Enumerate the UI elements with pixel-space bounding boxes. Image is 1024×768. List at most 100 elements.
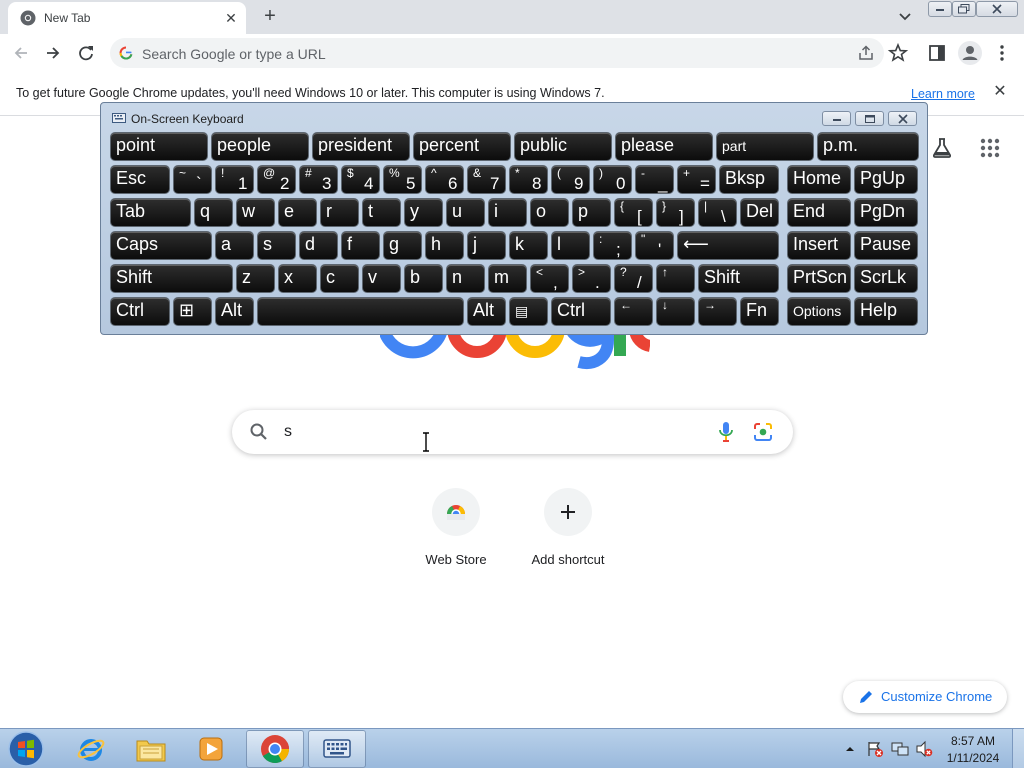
window-restore-button[interactable] [952, 1, 976, 17]
key-part[interactable]: part [716, 132, 814, 161]
show-hidden-icons-icon[interactable] [845, 744, 855, 754]
key-esc[interactable]: Esc [110, 165, 170, 194]
key-y[interactable]: y [404, 198, 443, 227]
key-home[interactable]: Home [787, 165, 851, 194]
key-[interactable]: ⟵ [677, 231, 779, 260]
osk-restore-button[interactable] [855, 111, 884, 126]
shortcut-web-store[interactable]: Web Store [400, 488, 512, 578]
key-menu-key-icon[interactable]: ▤ [509, 297, 548, 326]
search-input-value[interactable]: s [284, 423, 292, 441]
action-center-icon[interactable] [866, 740, 884, 758]
key-insert[interactable]: Insert [787, 231, 851, 260]
key-7[interactable]: & 7 [467, 165, 506, 194]
key-pgdn[interactable]: PgDn [854, 198, 918, 227]
key-[interactable]: + = [677, 165, 716, 194]
key-point[interactable]: point [110, 132, 208, 161]
key-v[interactable]: v [362, 264, 401, 293]
key-[interactable]: <, [530, 264, 569, 293]
key-u[interactable]: u [446, 198, 485, 227]
key-q[interactable]: q [194, 198, 233, 227]
key-k[interactable]: k [509, 231, 548, 260]
window-close-button[interactable] [976, 1, 1018, 17]
back-icon[interactable] [10, 42, 32, 64]
key-m[interactable]: m [488, 264, 527, 293]
key-[interactable]: {[ [614, 198, 653, 227]
key-s[interactable]: s [257, 231, 296, 260]
new-tab-button[interactable]: + [258, 6, 282, 28]
key-tab[interactable]: Tab [110, 198, 191, 227]
key-windows-key-icon[interactable]: ⊞ [173, 297, 212, 326]
key-[interactable]: ? / [614, 264, 653, 293]
key-n[interactable]: n [446, 264, 485, 293]
key-pgup[interactable]: PgUp [854, 165, 918, 194]
google-lens-icon[interactable] [752, 421, 774, 443]
infobar-close-button[interactable]: ✕ [991, 83, 1009, 101]
key-[interactable]: ~ ` [173, 165, 212, 194]
star-icon[interactable] [887, 42, 909, 64]
key-scrlk[interactable]: ScrLk [854, 264, 918, 293]
key-shift[interactable]: Shift [698, 264, 779, 293]
key-z[interactable]: z [236, 264, 275, 293]
key-please[interactable]: please [615, 132, 713, 161]
osk-minimize-button[interactable] [822, 111, 851, 126]
key-[interactable]: ↓ [656, 297, 695, 326]
share-icon[interactable] [857, 44, 875, 62]
key-help[interactable]: Help [854, 297, 918, 326]
key-fn[interactable]: Fn [740, 297, 779, 326]
clock-date[interactable]: 1/11/2024 [945, 751, 1001, 765]
key-r[interactable]: r [320, 198, 359, 227]
tab-close-button[interactable]: ✕ [222, 9, 240, 27]
key-o[interactable]: o [530, 198, 569, 227]
key-d[interactable]: d [299, 231, 338, 260]
key-caps[interactable]: Caps [110, 231, 212, 260]
key-pause[interactable]: Pause [854, 231, 918, 260]
key-f[interactable]: f [341, 231, 380, 260]
start-button[interactable] [6, 730, 46, 768]
key-p[interactable]: p [572, 198, 611, 227]
volume-muted-icon[interactable] [915, 740, 933, 758]
add-shortcut-button[interactable]: Add shortcut [512, 488, 624, 578]
chevron-down-icon[interactable] [894, 8, 916, 26]
key-percent[interactable]: percent [413, 132, 511, 161]
key-6[interactable]: ^ 6 [425, 165, 464, 194]
key-3[interactable]: #3 [299, 165, 338, 194]
key-bksp[interactable]: Bksp [719, 165, 779, 194]
key-[interactable]: }] [656, 198, 695, 227]
reload-icon[interactable] [75, 42, 97, 64]
key-0[interactable]: ) 0 [593, 165, 632, 194]
key-9[interactable]: (9 [551, 165, 590, 194]
key-[interactable]: | \ [698, 198, 737, 227]
key-ctrl[interactable]: Ctrl [110, 297, 170, 326]
key-5[interactable]: % 5 [383, 165, 422, 194]
key-president[interactable]: president [312, 132, 410, 161]
key-t[interactable]: t [362, 198, 401, 227]
taskbar-internet-explorer[interactable] [62, 730, 120, 768]
key-2[interactable]: @2 [257, 165, 296, 194]
key-options[interactable]: Options [787, 297, 851, 326]
network-icon[interactable] [891, 740, 909, 758]
key-[interactable]: :; [593, 231, 632, 260]
key-ctrl[interactable]: Ctrl [551, 297, 611, 326]
key-alt[interactable]: Alt [215, 297, 254, 326]
key-e[interactable]: e [278, 198, 317, 227]
key-p-m[interactable]: p.m. [817, 132, 919, 161]
forward-icon[interactable] [42, 42, 64, 64]
more-icon[interactable] [991, 42, 1013, 64]
osk-close-button[interactable] [888, 111, 917, 126]
key-x[interactable]: x [278, 264, 317, 293]
key-end[interactable]: End [787, 198, 851, 227]
key-alt[interactable]: Alt [467, 297, 506, 326]
osk-title-bar[interactable]: On-Screen Keyboard [101, 103, 927, 131]
key-[interactable]: → [698, 297, 737, 326]
key-1[interactable]: ! 1 [215, 165, 254, 194]
show-desktop-button[interactable] [1012, 729, 1024, 768]
taskbar-chrome[interactable] [246, 730, 304, 768]
taskbar-windows-explorer[interactable] [122, 730, 180, 768]
key-del[interactable]: Del [740, 198, 779, 227]
key-b[interactable]: b [404, 264, 443, 293]
taskbar-on-screen-keyboard[interactable] [308, 730, 366, 768]
key-shift[interactable]: Shift [110, 264, 233, 293]
key-prtscn[interactable]: PrtScn [787, 264, 851, 293]
key-8[interactable]: * 8 [509, 165, 548, 194]
microphone-icon[interactable] [716, 421, 736, 443]
